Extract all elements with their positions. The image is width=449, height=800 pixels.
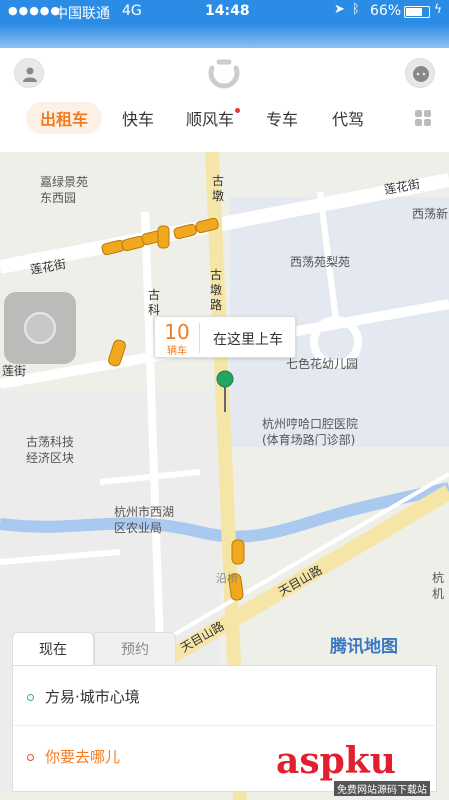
clock: 14:48	[205, 3, 250, 19]
poi-text: 嘉绿景苑 东西园	[40, 175, 89, 205]
battery-percent: 66%	[370, 3, 402, 19]
nearby-car-count: 10	[164, 320, 190, 344]
pickup-here-label: 在这里上车	[213, 332, 283, 348]
grid-icon[interactable]	[415, 110, 431, 126]
user-icon	[23, 67, 37, 82]
tab-now[interactable]: 现在	[12, 632, 94, 666]
time-tabs: 现在 预约	[12, 632, 437, 666]
destination-dot-icon	[27, 754, 34, 761]
location-icon	[24, 312, 56, 344]
poi-label: 西荡苑梨苑	[290, 255, 351, 269]
road-label: 沿桥	[216, 572, 238, 585]
pickup-callout[interactable]: 10 辆车 在这里上车	[154, 316, 296, 358]
user-avatar-button[interactable]	[14, 58, 44, 88]
charging-icon: ϟ	[434, 2, 442, 16]
tab-premier[interactable]: 专车	[266, 106, 298, 130]
road-label: 莲街	[2, 364, 27, 378]
tab-carpool[interactable]: 顺风车	[186, 106, 241, 130]
network-label: 4G	[122, 3, 142, 19]
destination-placeholder: 你要去哪儿	[45, 748, 121, 766]
tab-reserve[interactable]: 预约	[94, 632, 176, 666]
watermark-subtitle: 免费网站源码下载站	[334, 781, 430, 796]
poi-label: 西荡新	[412, 207, 449, 221]
origin-text: 方易·城市心境	[45, 688, 140, 706]
header-gradient	[0, 24, 449, 48]
watermark-text: aspku	[276, 740, 396, 782]
pin-icon[interactable]	[216, 370, 234, 414]
callout-divider	[199, 323, 200, 353]
app-header: 出租车 快车 顺风车 专车 代驾	[0, 48, 449, 152]
locate-button[interactable]	[4, 292, 76, 364]
message-button[interactable]	[405, 58, 435, 88]
road-label: 古科	[148, 288, 161, 317]
poi-label: 杭州市西湖 区农业局	[114, 505, 175, 535]
bluetooth-icon: ᛒ	[352, 2, 360, 17]
tab-carpool-label: 顺风车	[186, 110, 235, 129]
origin-row[interactable]: 方易·城市心境	[13, 668, 438, 726]
origin-dot-icon	[27, 694, 34, 701]
tab-taxi[interactable]: 出租车	[26, 102, 103, 134]
message-icon	[413, 66, 429, 82]
nearby-car-unit: 辆车	[167, 346, 187, 357]
battery-icon	[404, 6, 430, 18]
new-badge-dot	[235, 108, 241, 113]
didi-logo	[208, 59, 240, 89]
poi-label: 七色花幼儿园	[286, 357, 359, 371]
taxi-icon	[108, 339, 126, 367]
service-tabs: 出租车 快车 顺风车 专车 代驾	[0, 98, 449, 138]
carrier-label: 中国联通	[54, 6, 110, 22]
road-label: 古墩	[212, 174, 225, 203]
road-label: 古墩路	[210, 268, 223, 312]
poi-label: 杭州哼哈口腔医院 (体育场路门诊部)	[262, 417, 359, 447]
location-arrow-icon: ➤	[334, 2, 345, 17]
poi-label: 古荡科技 经济区块	[26, 435, 75, 465]
poi-label: 嘉绿景苑 东西园	[40, 174, 88, 206]
watermark-logo: aspku	[276, 740, 396, 782]
status-bar: ●●●●● 中国联通 4G 14:48 ➤ ᛒ 66% ϟ	[0, 0, 449, 24]
tab-designated-driver[interactable]: 代驾	[332, 106, 364, 130]
tab-express[interactable]: 快车	[122, 106, 154, 130]
taxi-icon	[101, 217, 219, 256]
poi-label: 杭 机	[432, 571, 445, 601]
